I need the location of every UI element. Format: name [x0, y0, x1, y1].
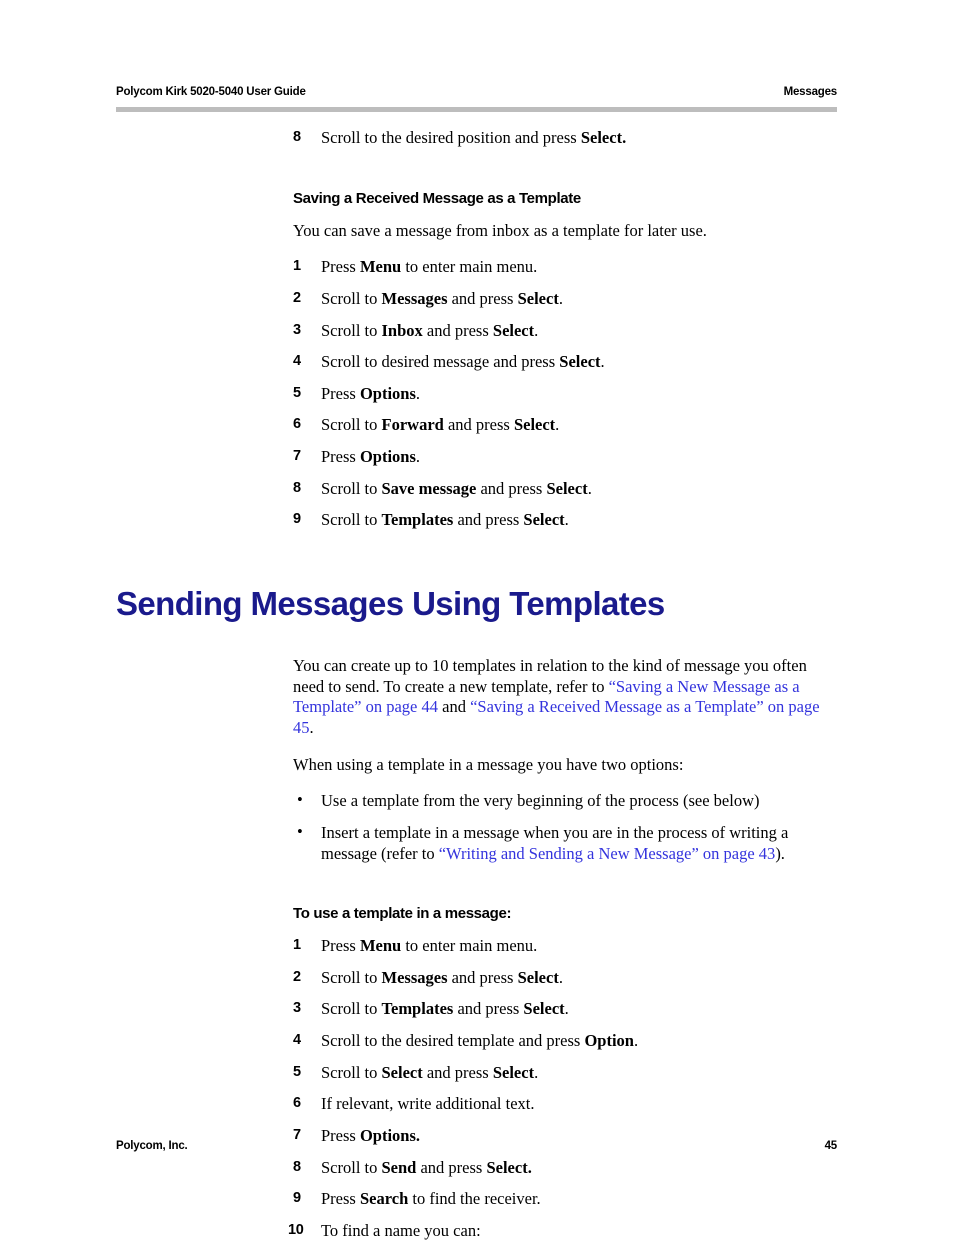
subsection-heading-saving: Saving a Received Message as a Template — [293, 189, 581, 207]
step-number: 7 — [293, 448, 301, 464]
list-item: 9 Scroll to Templates and press Select. — [293, 510, 838, 531]
list-item: 8 Scroll to Save message and press Selec… — [293, 479, 838, 500]
step-text: Scroll to Inbox and press Select. — [321, 320, 539, 340]
use-template-steps-list: 1 Press Menu to enter main menu. 2 Scrol… — [288, 936, 838, 1242]
procedure-heading-use-template: To use a template in a message: — [293, 905, 512, 923]
subsection-intro-paragraph: You can save a message from inbox as a t… — [293, 220, 707, 240]
list-item: • Use a template from the very beginning… — [293, 790, 838, 812]
step-number: 2 — [293, 289, 301, 306]
saving-steps-list: 1 Press Menu to enter main menu. 2 Scrol… — [293, 257, 838, 531]
list-item: 1 Press Menu to enter main menu. — [293, 936, 838, 957]
step-number: 2 — [293, 968, 301, 985]
running-header: Polycom Kirk 5020-5040 User Guide Messag… — [116, 86, 837, 98]
options-intro-paragraph: When using a template in a message you h… — [293, 754, 684, 774]
list-item: 3 Scroll to Inbox and press Select. — [293, 321, 838, 342]
list-item: 4 Scroll to the desired template and pre… — [293, 1031, 838, 1052]
page-content: 8 Scroll to the desired position and pre… — [116, 128, 838, 1252]
list-item: 6 If relevant, write additional text. — [293, 1094, 838, 1115]
list-item: 4 Scroll to desired message and press Se… — [293, 352, 838, 373]
bullet-icon: • — [297, 790, 303, 810]
document-page: Polycom Kirk 5020-5040 User Guide Messag… — [0, 0, 954, 1240]
bullet-icon: • — [297, 821, 303, 841]
bullet-text: Insert a template in a message when you … — [321, 822, 789, 863]
step-number: 5 — [293, 384, 301, 401]
list-item: 8 Scroll to Send and press Select. — [293, 1158, 838, 1179]
step-number: 10 — [288, 1221, 304, 1238]
running-footer: Polycom, Inc. 45 — [116, 1140, 837, 1152]
step-text: Press Menu to enter main menu. — [321, 936, 538, 956]
step-text: To find a name you can: — [321, 1220, 481, 1240]
step-text: Scroll to Messages and press Select. — [321, 288, 563, 308]
step-number: 6 — [293, 416, 301, 433]
step-number: 3 — [293, 321, 301, 338]
bullet-text: Use a template from the very beginning o… — [321, 791, 760, 811]
step-text: Scroll to Messages and press Select. — [321, 967, 563, 987]
step-text-bold: Select. — [580, 128, 627, 147]
step-number: 4 — [293, 1032, 301, 1049]
step-number: 3 — [293, 1000, 301, 1017]
step-text: Scroll to Send and press Select. — [321, 1157, 532, 1177]
list-item: 5 Press Options. — [293, 384, 838, 405]
step-number: 1 — [293, 937, 301, 954]
step-text: Scroll to Select and press Select. — [321, 1062, 539, 1082]
step-number: 1 — [293, 258, 301, 275]
header-document-title: Polycom Kirk 5020-5040 User Guide — [116, 86, 306, 98]
options-bullet-list: • Use a template from the very beginning… — [293, 790, 838, 864]
step-text: Scroll to the desired template and press… — [321, 1031, 639, 1051]
list-item: • Insert a template in a message when yo… — [293, 821, 838, 864]
step-number: 6 — [293, 1095, 301, 1112]
step-number: 9 — [293, 1190, 301, 1207]
list-item: 2 Scroll to Messages and press Select. — [293, 289, 838, 310]
list-item: 3 Scroll to Templates and press Select. — [293, 999, 838, 1020]
step-text: If relevant, write additional text. — [321, 1094, 535, 1114]
list-item: 2 Scroll to Messages and press Select. — [293, 968, 838, 989]
header-section-name: Messages — [783, 86, 838, 98]
step-text: Scroll to the desired position and press… — [321, 128, 626, 147]
footer-company-name: Polycom, Inc. — [116, 1140, 188, 1152]
step-text: Press Options. — [321, 447, 421, 466]
header-rule — [116, 107, 837, 112]
xref-link-writing-sending-new-message[interactable]: “Writing and Sending a New Message” on p… — [439, 844, 776, 863]
step-number: 5 — [293, 1063, 301, 1080]
step-text-pre: Scroll to the desired position and press — [321, 128, 581, 147]
footer-page-number: 45 — [824, 1140, 838, 1152]
list-item: 8 Scroll to the desired position and pre… — [293, 128, 838, 149]
intro-paragraph-templates: You can create up to 10 templates in rel… — [293, 656, 820, 738]
step-number: 4 — [293, 353, 301, 370]
step-text: Scroll to Forward and press Select. — [321, 415, 560, 435]
step-text: Press Options. — [321, 383, 421, 403]
list-item: 6 Scroll to Forward and press Select. — [293, 415, 838, 436]
continued-step-list: 8 Scroll to the desired position and pre… — [293, 128, 838, 149]
step-number: 8 — [293, 479, 301, 496]
step-text: Scroll to Save message and press Select. — [321, 478, 592, 498]
step-text: Scroll to Templates and press Select. — [321, 999, 569, 1019]
list-item: 7 Press Options. — [293, 447, 838, 468]
list-item: 9 Press Search to find the receiver. — [293, 1189, 838, 1210]
step-number: 9 — [293, 511, 301, 528]
step-number: 8 — [293, 1158, 301, 1175]
body-column-lower: You can create up to 10 templates in rel… — [288, 656, 838, 1242]
page-title: Sending Messages Using Templates — [116, 584, 665, 622]
body-column: 8 Scroll to the desired position and pre… — [293, 128, 838, 531]
list-item: 1 Press Menu to enter main menu. — [293, 257, 838, 278]
list-item: 10 To find a name you can: — [288, 1220, 838, 1242]
step-text: Scroll to desired message and press Sele… — [321, 352, 605, 372]
step-text: Press Search to find the receiver. — [321, 1189, 541, 1209]
list-item: 5 Scroll to Select and press Select. — [293, 1063, 838, 1084]
step-text: Press Menu to enter main menu. — [321, 257, 538, 277]
step-text: Scroll to Templates and press Select. — [321, 510, 569, 530]
step-number: 8 — [293, 129, 301, 145]
